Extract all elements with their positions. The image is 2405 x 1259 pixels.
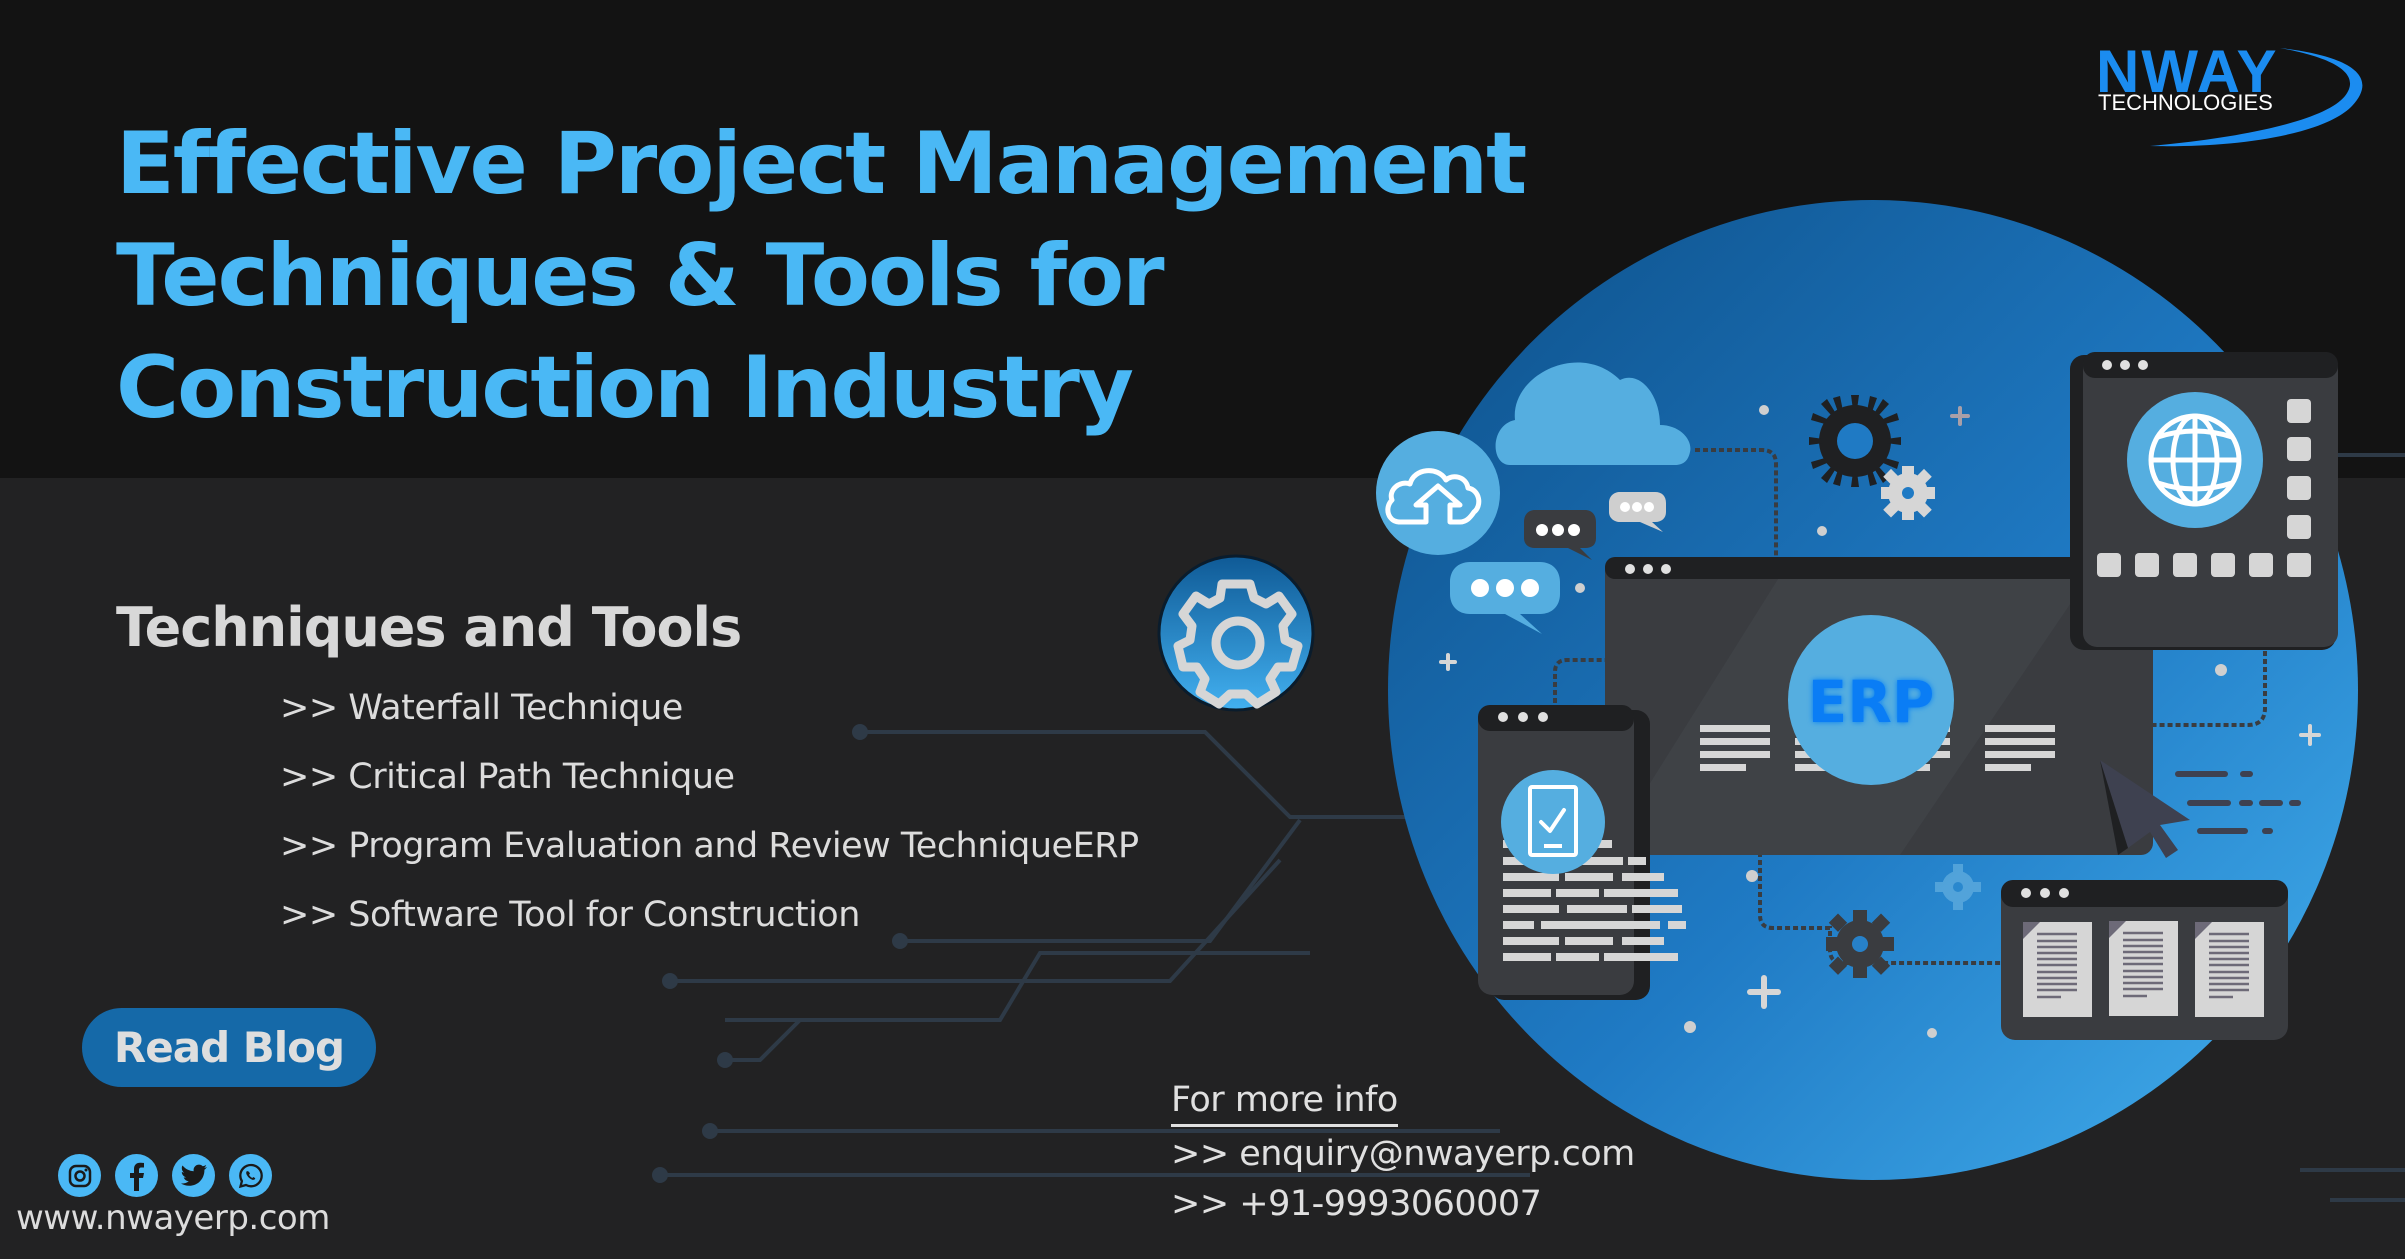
erp-label-sharp: ERP: [1808, 668, 1935, 736]
globe-window: [2070, 352, 2338, 650]
document-icon: [2023, 922, 2092, 1017]
document-icon: [2109, 921, 2178, 1016]
gear-dark-small-icon: [1826, 910, 1894, 978]
cloud-upload-badge: [1376, 431, 1500, 555]
gear-light-icon: [1881, 466, 1935, 520]
erp-illustration: ERP ERP: [1157, 200, 2358, 1180]
document-icon: [2195, 922, 2264, 1017]
settings-gear-badge: [1157, 554, 1315, 712]
documents-window: [2001, 880, 2288, 1040]
globe-icon: [2148, 413, 2242, 507]
